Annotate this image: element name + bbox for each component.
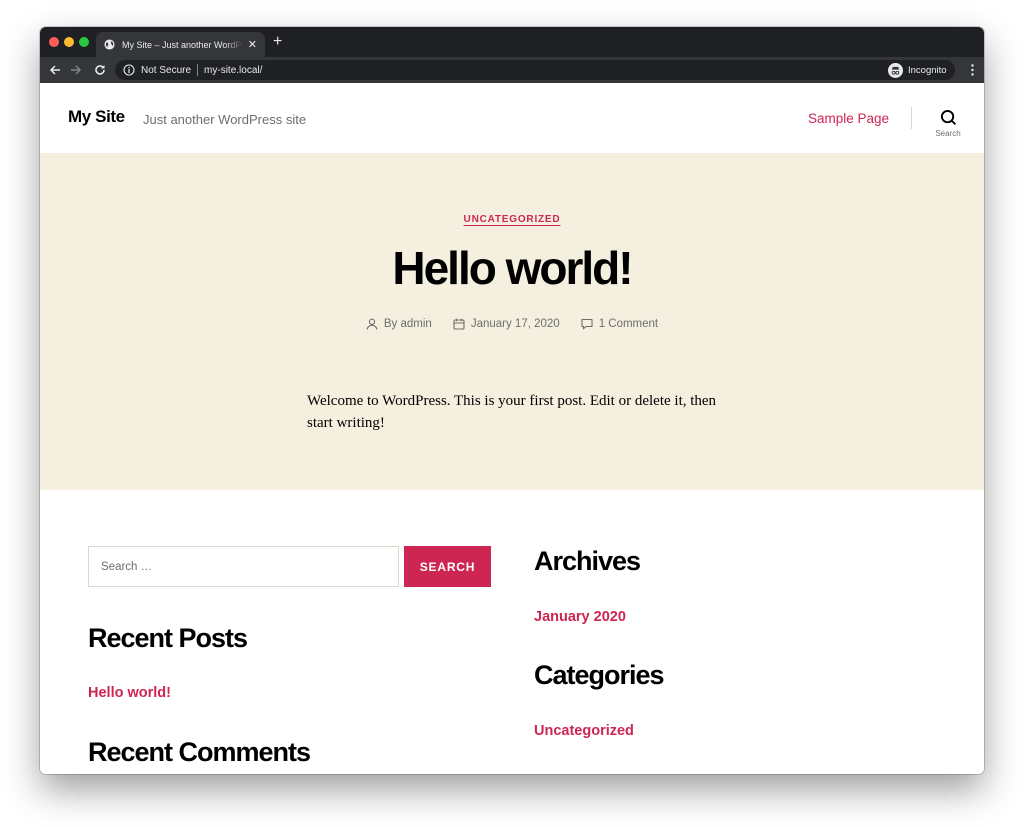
post-date: January 17, 2020 (453, 318, 560, 330)
reload-button[interactable] (91, 61, 109, 79)
footer-widgets: SEARCH Recent Posts Hello world! Recent … (40, 490, 984, 774)
site-title[interactable]: My Site (68, 107, 125, 127)
nav-sample-page[interactable]: Sample Page (808, 111, 889, 126)
tab-bar: My Site – Just another WordPress site ✕ … (40, 27, 984, 57)
comments-link[interactable]: 1 Comment (599, 318, 658, 330)
close-window-button[interactable] (49, 37, 59, 47)
close-tab-icon[interactable]: ✕ (248, 38, 257, 51)
new-tab-button[interactable]: + (273, 34, 282, 50)
incognito-indicator[interactable]: Incognito (885, 60, 955, 80)
web-page: My Site Just another WordPress site Samp… (40, 83, 984, 774)
post-meta: By admin January 17, 2020 1 Comment (40, 318, 984, 330)
incognito-icon (888, 62, 903, 78)
user-icon (366, 318, 378, 330)
post-content: Welcome to WordPress. This is your first… (307, 393, 717, 431)
recent-posts-title: Recent Posts (88, 623, 248, 653)
date-link[interactable]: January 17, 2020 (471, 318, 560, 330)
categories-title: Categories (534, 660, 665, 690)
arrow-right-icon (71, 65, 82, 75)
nav-divider (911, 107, 912, 129)
recent-post-link[interactable]: Hello world! (88, 685, 171, 701)
site-header: My Site Just another WordPress site Samp… (40, 83, 984, 153)
post-comments: 1 Comment (581, 318, 658, 330)
category-link[interactable]: UNCATEGORIZED (464, 214, 561, 225)
tab-title: My Site – Just another WordPress site (122, 39, 243, 50)
post-category: UNCATEGORIZED (40, 209, 984, 227)
forward-button[interactable] (67, 61, 85, 79)
category-widget-link[interactable]: Uncategorized (534, 723, 634, 739)
recent-comments-title: Recent Comments (88, 737, 311, 767)
address-bar[interactable]: Not Secure my-site.local/ (115, 60, 955, 80)
widget-search-button[interactable]: SEARCH (404, 546, 491, 587)
widget-search-input[interactable] (88, 546, 399, 587)
search-toggle-label: Search (935, 129, 961, 138)
reload-icon (95, 65, 105, 75)
address-divider (197, 64, 199, 76)
browser-tab[interactable]: My Site – Just another WordPress site ✕ (96, 32, 265, 57)
archives-title: Archives (534, 546, 641, 576)
search-icon (940, 109, 956, 126)
incognito-label: Incognito (908, 64, 947, 76)
info-icon[interactable] (123, 64, 135, 76)
arrow-left-icon (49, 65, 60, 75)
security-label: Not Secure (141, 64, 192, 76)
post-title: Hello world! (392, 242, 633, 294)
browser-window: My Site – Just another WordPress site ✕ … (40, 27, 984, 774)
globe-icon (104, 39, 115, 50)
site-description: Just another WordPress site (143, 112, 307, 127)
post-hero: UNCATEGORIZED Hello world! By admin Janu… (40, 153, 984, 490)
maximize-window-button[interactable] (79, 37, 89, 47)
calendar-icon (453, 318, 465, 330)
back-button[interactable] (46, 61, 64, 79)
post-author: By admin (366, 318, 432, 330)
url-text[interactable]: my-site.local/ (204, 65, 262, 76)
minimize-window-button[interactable] (64, 37, 74, 47)
comment-icon (581, 318, 593, 330)
more-menu-icon[interactable] (971, 64, 974, 76)
archive-link[interactable]: January 2020 (534, 609, 626, 625)
search-toggle-button[interactable]: Search (930, 109, 966, 145)
author-link[interactable]: By admin (384, 318, 432, 330)
browser-toolbar: Not Secure my-site.local/ Incognito (40, 57, 984, 83)
